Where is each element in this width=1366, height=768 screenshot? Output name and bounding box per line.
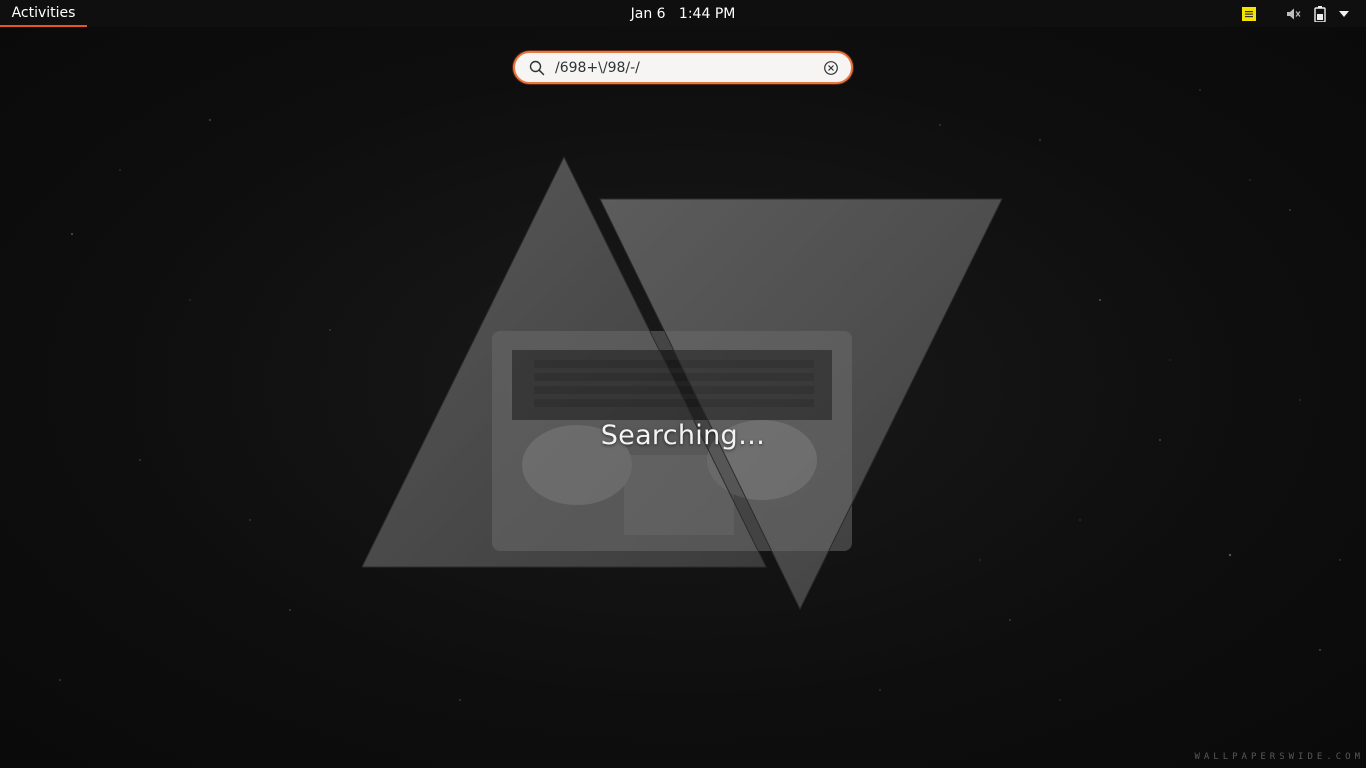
wallpaper-logo — [362, 155, 1003, 611]
wallpaper-watermark: WALLPAPERSWIDE.COM — [1194, 752, 1364, 762]
battery-icon[interactable] — [1314, 0, 1330, 27]
system-menu-arrow-icon[interactable] — [1339, 0, 1353, 27]
clear-search-icon[interactable] — [823, 60, 839, 76]
volume-muted-icon[interactable] — [1286, 0, 1304, 27]
top-bar: Activities Jan 6 1:44 PM — [0, 0, 1366, 27]
activities-button[interactable]: Activities — [0, 0, 87, 27]
search-status-text: Searching… — [600, 420, 766, 451]
sticky-notes-icon[interactable] — [1241, 0, 1259, 27]
desktop: Activities Jan 6 1:44 PM /698+\/98/-/ Se… — [0, 0, 1366, 768]
search-icon — [529, 60, 545, 76]
date-time-menu[interactable]: Jan 6 1:44 PM — [622, 0, 744, 27]
search-bar[interactable] — [513, 51, 853, 84]
search-input[interactable] — [555, 57, 815, 79]
